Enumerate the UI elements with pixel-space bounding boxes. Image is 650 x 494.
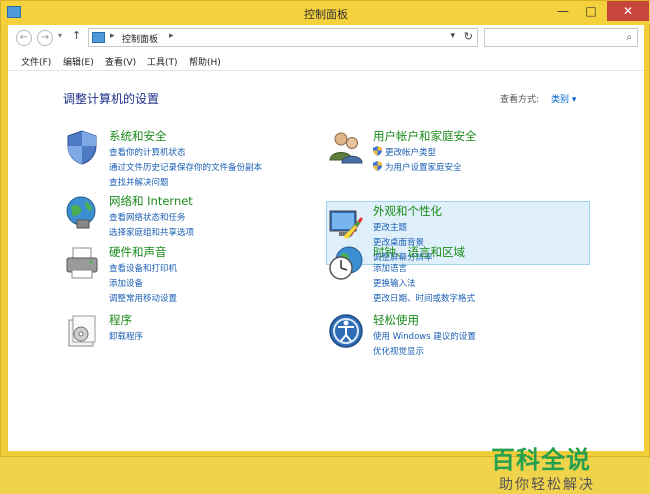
search-icon[interactable]: ⌕ [626, 32, 632, 43]
search-input[interactable] [489, 29, 619, 45]
category-link-text[interactable]: 更改帐户类型 [385, 148, 436, 158]
category-link[interactable]: 更改帐户类型 [373, 146, 436, 158]
window-client: ← → ▾ ↑ ▸ 控制面板 ▸ ▾ ↻ ⌕ 文件(F) 编辑(E) 查看(V)… [8, 25, 644, 493]
refresh-button[interactable]: ↻ [464, 30, 473, 43]
uac-shield-icon [373, 146, 382, 156]
menu-bar: 文件(F) 编辑(E) 查看(V) 工具(T) 帮助(H) [8, 51, 644, 71]
category-title[interactable]: 网络和 Internet [109, 193, 193, 209]
view-by-label: 查看方式: [500, 95, 540, 105]
address-dropdown-button[interactable]: ▾ [450, 31, 455, 41]
category-link[interactable]: 查看你的计算机状态 [109, 146, 186, 158]
category-link[interactable]: 查看网络状态和任务 [109, 211, 186, 223]
category-link[interactable]: 更换输入法 [373, 277, 416, 289]
forward-button[interactable]: → [37, 30, 53, 46]
breadcrumb-separator[interactable]: ▸ [169, 31, 174, 41]
view-by-dropdown[interactable]: 类别 ▾ [551, 92, 576, 105]
up-button[interactable]: ↑ [72, 29, 81, 42]
category-link[interactable]: 选择家庭组和共享选项 [109, 226, 194, 238]
category-link[interactable]: 查找并解决问题 [109, 176, 169, 188]
menu-view[interactable]: 查看(V) [105, 55, 136, 68]
category-link[interactable]: 调整常用移动设置 [109, 292, 177, 304]
breadcrumb-control-panel[interactable]: 控制面板 [122, 32, 158, 45]
menu-file[interactable]: 文件(F) [21, 55, 51, 68]
network-globe-icon[interactable] [63, 193, 101, 231]
control-panel-window: 控制面板 — □ ✕ ← → ▾ ↑ ▸ 控制面板 ▸ ▾ ↻ ⌕ 文件(F) [0, 0, 650, 493]
title-bar[interactable]: 控制面板 — □ ✕ [1, 1, 650, 25]
category-title[interactable]: 程序 [109, 312, 132, 328]
category-link[interactable]: 优化视觉显示 [373, 345, 424, 357]
category-title[interactable]: 用户帐户和家庭安全 [373, 128, 477, 144]
ease-of-access-icon[interactable] [327, 312, 365, 350]
category-link[interactable]: 为用户设置家庭安全 [373, 161, 462, 173]
watermark-subtitle: 助你轻松解决 [499, 477, 595, 493]
category-link[interactable]: 添加语言 [373, 262, 407, 274]
category-link[interactable]: 卸载程序 [109, 330, 143, 342]
page-title: 调整计算机的设置 [63, 92, 160, 106]
category-link[interactable]: 更改日期、时间或数字格式 [373, 292, 475, 304]
clock-globe-icon[interactable] [327, 244, 365, 282]
maximize-button[interactable]: □ [577, 1, 605, 21]
recent-locations-button[interactable]: ▾ [58, 31, 62, 40]
main-content: 调整计算机的设置 查看方式: 类别 ▾ 系统和安全 查看你的计算机状态 通过文件… [8, 72, 644, 493]
category-link[interactable]: 查看设备和打印机 [109, 262, 177, 274]
category-title[interactable]: 轻松使用 [373, 312, 419, 328]
close-button[interactable]: ✕ [607, 1, 649, 21]
navigation-bar: ← → ▾ ↑ ▸ 控制面板 ▸ ▾ ↻ ⌕ [8, 25, 644, 50]
category-title[interactable]: 系统和安全 [109, 128, 167, 144]
watermark-title: 百科全说 [491, 446, 591, 474]
printer-icon[interactable] [63, 244, 101, 282]
category-title[interactable]: 时钟、语言和区域 [373, 244, 465, 260]
category-link[interactable]: 添加设备 [109, 277, 143, 289]
uac-shield-icon [373, 161, 382, 171]
search-box[interactable]: ⌕ [484, 28, 638, 47]
control-panel-icon [92, 32, 105, 43]
minimize-button[interactable]: — [549, 1, 577, 21]
address-bar[interactable]: ▸ 控制面板 ▸ ▾ ↻ [88, 28, 478, 47]
appearance-icon[interactable] [327, 203, 365, 241]
menu-help[interactable]: 帮助(H) [189, 55, 221, 68]
programs-icon[interactable] [63, 312, 101, 350]
breadcrumb-separator[interactable]: ▸ [110, 31, 115, 41]
category-link-text[interactable]: 为用户设置家庭安全 [385, 163, 462, 173]
category-title[interactable]: 外观和个性化 [373, 203, 442, 219]
menu-edit[interactable]: 编辑(E) [63, 55, 94, 68]
security-shield-icon[interactable] [63, 128, 101, 166]
category-title[interactable]: 硬件和声音 [109, 244, 167, 260]
back-button[interactable]: ← [16, 30, 32, 46]
menu-tools[interactable]: 工具(T) [147, 55, 178, 68]
category-link[interactable]: 使用 Windows 建议的设置 [373, 330, 476, 342]
users-icon[interactable] [327, 128, 365, 166]
category-link[interactable]: 通过文件历史记录保存你的文件备份副本 [109, 161, 262, 173]
category-link[interactable]: 更改主题 [373, 221, 407, 233]
